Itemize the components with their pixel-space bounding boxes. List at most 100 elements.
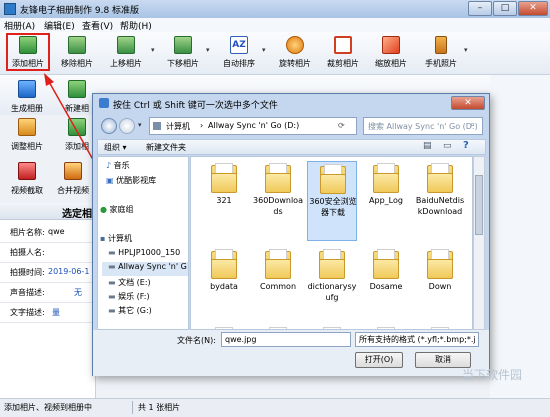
close-button[interactable]: ✕ [518, 1, 548, 16]
filename-input[interactable]: qwe.jpg [221, 332, 351, 347]
folder-item[interactable]: 360Downloads [253, 161, 303, 241]
folder-name: Down [428, 282, 452, 291]
nav-item-computer[interactable]: ▪ 计算机 [100, 233, 132, 247]
nav-item-drive[interactable]: ▬ 娱乐 (F:) [108, 291, 150, 305]
adjust-photo-button[interactable]: 调整相片 [4, 116, 50, 154]
address-part[interactable]: 计算机 [166, 121, 190, 132]
nav-label: 其它 (G:) [118, 306, 152, 315]
folder-icon [373, 163, 399, 193]
detail-row-name: 相片名称: qwe [0, 222, 95, 243]
nav-item-drive[interactable]: ▬ 文档 (E:) [108, 277, 151, 291]
folder-item[interactable]: bydata [199, 247, 249, 327]
nav-label: 优酷影视库 [116, 176, 157, 185]
phone-photo-dropdown[interactable]: ▾ [464, 46, 468, 54]
folder-item[interactable]: BaiduNetdiskDownload [415, 161, 465, 241]
folder-icon [211, 249, 237, 279]
nav-item-drive-selected[interactable]: ▬ Allway Sync 'n' G [102, 262, 188, 276]
photo-name-value[interactable]: qwe [48, 227, 65, 236]
folder-item[interactable]: Down [415, 247, 465, 327]
generate-album-button[interactable]: 生成相册 [4, 78, 50, 116]
remove-photo-icon [68, 36, 86, 54]
details-title: 选定相 [62, 209, 92, 220]
nav-label: 家庭组 [109, 205, 134, 214]
video-library-icon: ▣ [106, 176, 114, 185]
open-file-dialog: 按住 Ctrl 或 Shift 键可一次选中多个文件 ✕ ▾ 计算机 › All… [92, 93, 490, 376]
address-bar[interactable]: 计算机 › Allway Sync 'n' Go (D:) ⟳ [149, 117, 357, 135]
address-part[interactable]: Allway Sync 'n' Go (D:) [208, 121, 299, 130]
nav-item-youku[interactable]: ▣ 优酷影视库 [106, 175, 156, 189]
folder-item[interactable]: Dosame [361, 247, 411, 327]
detail-row-time: 拍摄时间: 2019-06-1 [0, 262, 95, 283]
folder-item[interactable]: App_Log [361, 161, 411, 241]
new-folder-button[interactable]: 新建文件夹 [146, 142, 186, 153]
text-desc-value[interactable]: 量 [52, 307, 60, 318]
nav-item-drive[interactable]: ▬ 其它 (G:) [108, 305, 152, 319]
video-capture-button[interactable]: 视频截取 [4, 160, 50, 198]
auto-sort-dropdown[interactable]: ▾ [262, 46, 266, 54]
back-button[interactable] [101, 118, 117, 134]
detail-label: 相片名称: [10, 228, 45, 237]
view-options-icon[interactable]: ▤ [423, 141, 432, 151]
video-capture-label: 视频截取 [11, 186, 43, 195]
minimize-button[interactable]: – [468, 1, 492, 16]
folder-item[interactable]: 321 [199, 161, 249, 241]
detail-label: 声音描述: [10, 288, 45, 297]
menu-view[interactable]: 查看(V) [82, 19, 113, 32]
move-up-dropdown[interactable]: ▾ [151, 46, 155, 54]
open-button[interactable]: 打开(O) [355, 352, 403, 368]
adjust-photo-label: 调整相片 [11, 142, 43, 151]
folder-icon [373, 249, 399, 279]
drive-icon: ▬ [108, 248, 116, 257]
navigation-pane: ♪ 音乐 ▣ 优酷影视库 ● 家庭组 ▪ 计算机 ▬ HPLJP1000_150… [97, 156, 189, 330]
rotate-icon [286, 36, 304, 54]
window-title: 友锋电子相册制作 9.8 标准版 [20, 6, 140, 16]
remove-photo-button[interactable]: 移除相片 [54, 34, 100, 72]
nav-item-music[interactable]: ♪ 音乐 [106, 160, 130, 174]
maximize-button[interactable]: □ [493, 1, 517, 16]
preview-pane-icon[interactable]: ▭ [443, 141, 452, 151]
crop-button[interactable]: 裁剪相片 [320, 34, 366, 72]
folder-icon [320, 164, 346, 194]
folder-icon [265, 163, 291, 193]
new-album-icon [68, 80, 86, 98]
search-placeholder: 搜索 Allway Sync 'n' Go (D:) [368, 122, 478, 131]
sound-desc-value[interactable]: 无 [74, 287, 82, 298]
details-header: 选定相 [0, 203, 95, 220]
nav-item-homegroup[interactable]: ● 家庭组 [100, 204, 134, 218]
search-input[interactable]: 搜索 Allway Sync 'n' Go (D:) ⌕ [363, 117, 483, 135]
remove-photo-label: 移除相片 [61, 59, 93, 68]
capture-time-value[interactable]: 2019-06-1 [48, 267, 89, 276]
menu-help[interactable]: 帮助(H) [120, 19, 152, 32]
nav-item-drive[interactable]: ▬ HPLJP1000_150 [108, 248, 180, 262]
move-down-button[interactable]: 下移相片 [160, 34, 206, 72]
file-type-select[interactable]: 所有支持的格式 (*.yfl;*.bmp;*.j [355, 332, 479, 347]
refresh-icon[interactable]: ⟳ [338, 121, 345, 130]
detail-label: 拍摄人名: [10, 248, 45, 257]
scrollbar-thumb[interactable] [475, 175, 483, 235]
move-up-button[interactable]: 上移相片 [103, 34, 149, 72]
phone-photo-icon [435, 36, 447, 54]
generate-album-label: 生成相册 [11, 104, 43, 113]
menu-album[interactable]: 相册(A) [4, 19, 35, 32]
merge-video-button[interactable]: 合并视频 [50, 160, 96, 198]
filename-label: 文件名(N): [177, 336, 216, 345]
folder-item[interactable]: 360安全浏览器下载 [307, 161, 357, 241]
folder-item[interactable]: dictionarysyufg [307, 247, 357, 327]
move-down-label: 下移相片 [167, 59, 199, 68]
folder-item[interactable]: Common [253, 247, 303, 327]
forward-button[interactable] [119, 118, 135, 134]
nav-label: Allway Sync 'n' G [118, 262, 187, 271]
auto-sort-button[interactable]: AZ 自动排序 [216, 34, 262, 72]
history-dropdown[interactable]: ▾ [138, 121, 142, 129]
help-icon[interactable]: ? [463, 140, 469, 151]
phone-photo-button[interactable]: 手机照片 [418, 34, 464, 72]
dialog-close-button[interactable]: ✕ [451, 96, 485, 110]
move-down-dropdown[interactable]: ▾ [206, 46, 210, 54]
vertical-scrollbar[interactable] [473, 156, 485, 330]
folder-icon [427, 163, 453, 193]
menu-edit[interactable]: 编辑(E) [44, 19, 75, 32]
organize-button[interactable]: 组织 ▾ [104, 142, 127, 153]
rotate-button[interactable]: 旋转相片 [272, 34, 318, 72]
highlight-box [6, 33, 50, 71]
resize-button[interactable]: 缩放相片 [368, 34, 414, 72]
